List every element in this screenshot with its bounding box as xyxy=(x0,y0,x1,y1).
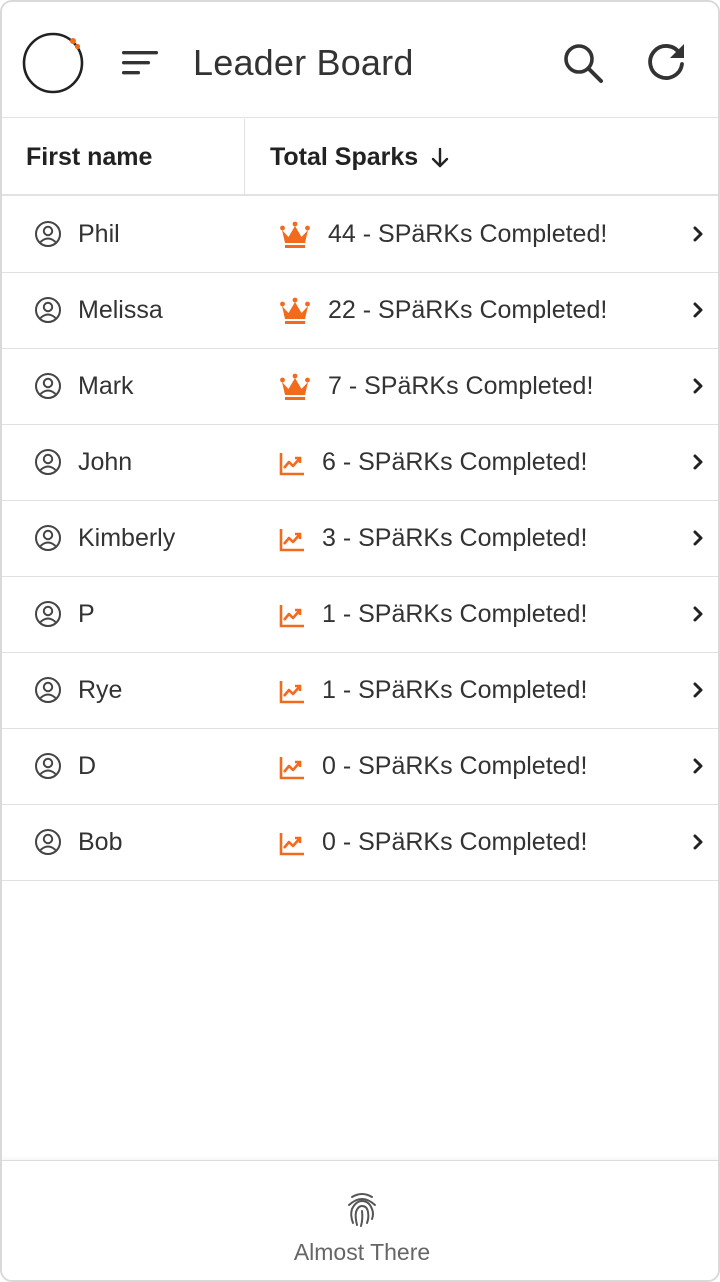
chevron-right-icon xyxy=(693,530,703,546)
column-header-total-sparks[interactable]: Total Sparks xyxy=(270,119,452,195)
trending-up-icon xyxy=(279,529,304,552)
column-divider xyxy=(244,119,245,195)
user-avatar-icon xyxy=(35,829,61,855)
row-sparks-status: 0 - SPäRKs Completed! xyxy=(322,752,588,780)
user-avatar-icon xyxy=(35,449,61,475)
row-sparks-status: 0 - SPäRKs Completed! xyxy=(322,828,588,856)
table-row[interactable]: Bob 0 - SPäRKs Completed! xyxy=(2,805,718,881)
table-row[interactable]: Melissa 22 - SPäRKs Completed! xyxy=(2,273,718,349)
row-sparks-status: 44 - SPäRKs Completed! xyxy=(328,220,608,248)
row-sparks-status: 1 - SPäRKs Completed! xyxy=(322,600,588,628)
row-first-name: Bob xyxy=(78,828,123,856)
trending-up-icon xyxy=(279,605,304,628)
crown-icon xyxy=(280,297,310,324)
row-sparks-status: 1 - SPäRKs Completed! xyxy=(322,676,588,704)
chevron-right-icon xyxy=(693,606,703,622)
row-sparks-status: 6 - SPäRKs Completed! xyxy=(322,448,588,476)
search-button[interactable] xyxy=(560,40,606,86)
row-sparks-status: 3 - SPäRKs Completed! xyxy=(322,524,588,552)
table-row[interactable]: P 1 - SPäRKs Completed! xyxy=(2,577,718,653)
refresh-button[interactable] xyxy=(642,38,690,86)
user-avatar-icon xyxy=(35,297,61,323)
bottom-tab-label: Almost There xyxy=(293,1239,431,1265)
row-first-name: Mark xyxy=(78,372,134,400)
user-avatar-icon xyxy=(35,373,61,399)
trending-up-icon xyxy=(279,453,304,476)
search-icon xyxy=(564,44,603,83)
chevron-right-icon xyxy=(693,226,703,242)
chevron-right-icon xyxy=(693,302,703,318)
row-first-name: Kimberly xyxy=(78,524,176,552)
row-first-name: Rye xyxy=(78,676,123,704)
bottom-nav: Almost There xyxy=(2,1160,718,1280)
user-avatar-icon xyxy=(35,601,61,627)
leaderboard-list: Phil 44 - SPäRKs Completed! Melissa 22 - SP… xyxy=(2,197,718,881)
row-sparks-status: 7 - SPäRKs Completed! xyxy=(328,372,594,400)
table-row[interactable]: Mark 7 - SPäRKs Completed! xyxy=(2,349,718,425)
row-first-name: P xyxy=(78,600,95,628)
fingerprint-icon xyxy=(348,1193,376,1227)
menu-sort-button[interactable] xyxy=(118,46,160,80)
row-first-name: Phil xyxy=(78,220,120,248)
sort-descending-icon xyxy=(432,147,449,168)
column-header-label: Total Sparks xyxy=(270,143,419,171)
table-row[interactable]: Kimberly 3 - SPäRKs Completed! xyxy=(2,501,718,577)
row-sparks-status: 22 - SPäRKs Completed! xyxy=(328,296,608,324)
chevron-right-icon xyxy=(693,834,703,850)
chevron-right-icon xyxy=(693,682,703,698)
row-first-name: D xyxy=(78,752,97,780)
crown-icon xyxy=(280,373,310,400)
chevron-right-icon xyxy=(693,454,703,470)
chevron-right-icon xyxy=(693,758,703,774)
table-header: First name Total Sparks xyxy=(2,119,718,196)
refresh-icon xyxy=(648,44,684,80)
app-header: Leader Board xyxy=(2,2,718,118)
loading-ring-logo-icon xyxy=(22,32,84,94)
user-avatar-icon xyxy=(35,677,61,703)
table-row[interactable]: D 0 - SPäRKs Completed! xyxy=(2,729,718,805)
column-header-label: First name xyxy=(26,143,153,171)
user-avatar-icon xyxy=(35,221,61,247)
table-row[interactable]: Rye 1 - SPäRKs Completed! xyxy=(2,653,718,729)
trending-up-icon xyxy=(279,833,304,856)
page-title: Leader Board xyxy=(193,42,414,83)
app-frame: Leader Board First name Total Sparks Phi… xyxy=(0,0,720,1282)
table-row[interactable]: Phil 44 - SPäRKs Completed! xyxy=(2,197,718,273)
trending-up-icon xyxy=(279,757,304,780)
trending-up-icon xyxy=(279,681,304,704)
chevron-right-icon xyxy=(693,378,703,394)
row-first-name: John xyxy=(78,448,133,476)
column-header-first-name[interactable]: First name xyxy=(26,119,152,195)
crown-icon xyxy=(280,221,310,248)
user-avatar-icon xyxy=(35,525,61,551)
row-first-name: Melissa xyxy=(78,296,163,324)
table-row[interactable]: John 6 - SPäRKs Completed! xyxy=(2,425,718,501)
user-avatar-icon xyxy=(35,753,61,779)
bottom-tab-almost-there[interactable]: Almost There xyxy=(282,1181,442,1277)
